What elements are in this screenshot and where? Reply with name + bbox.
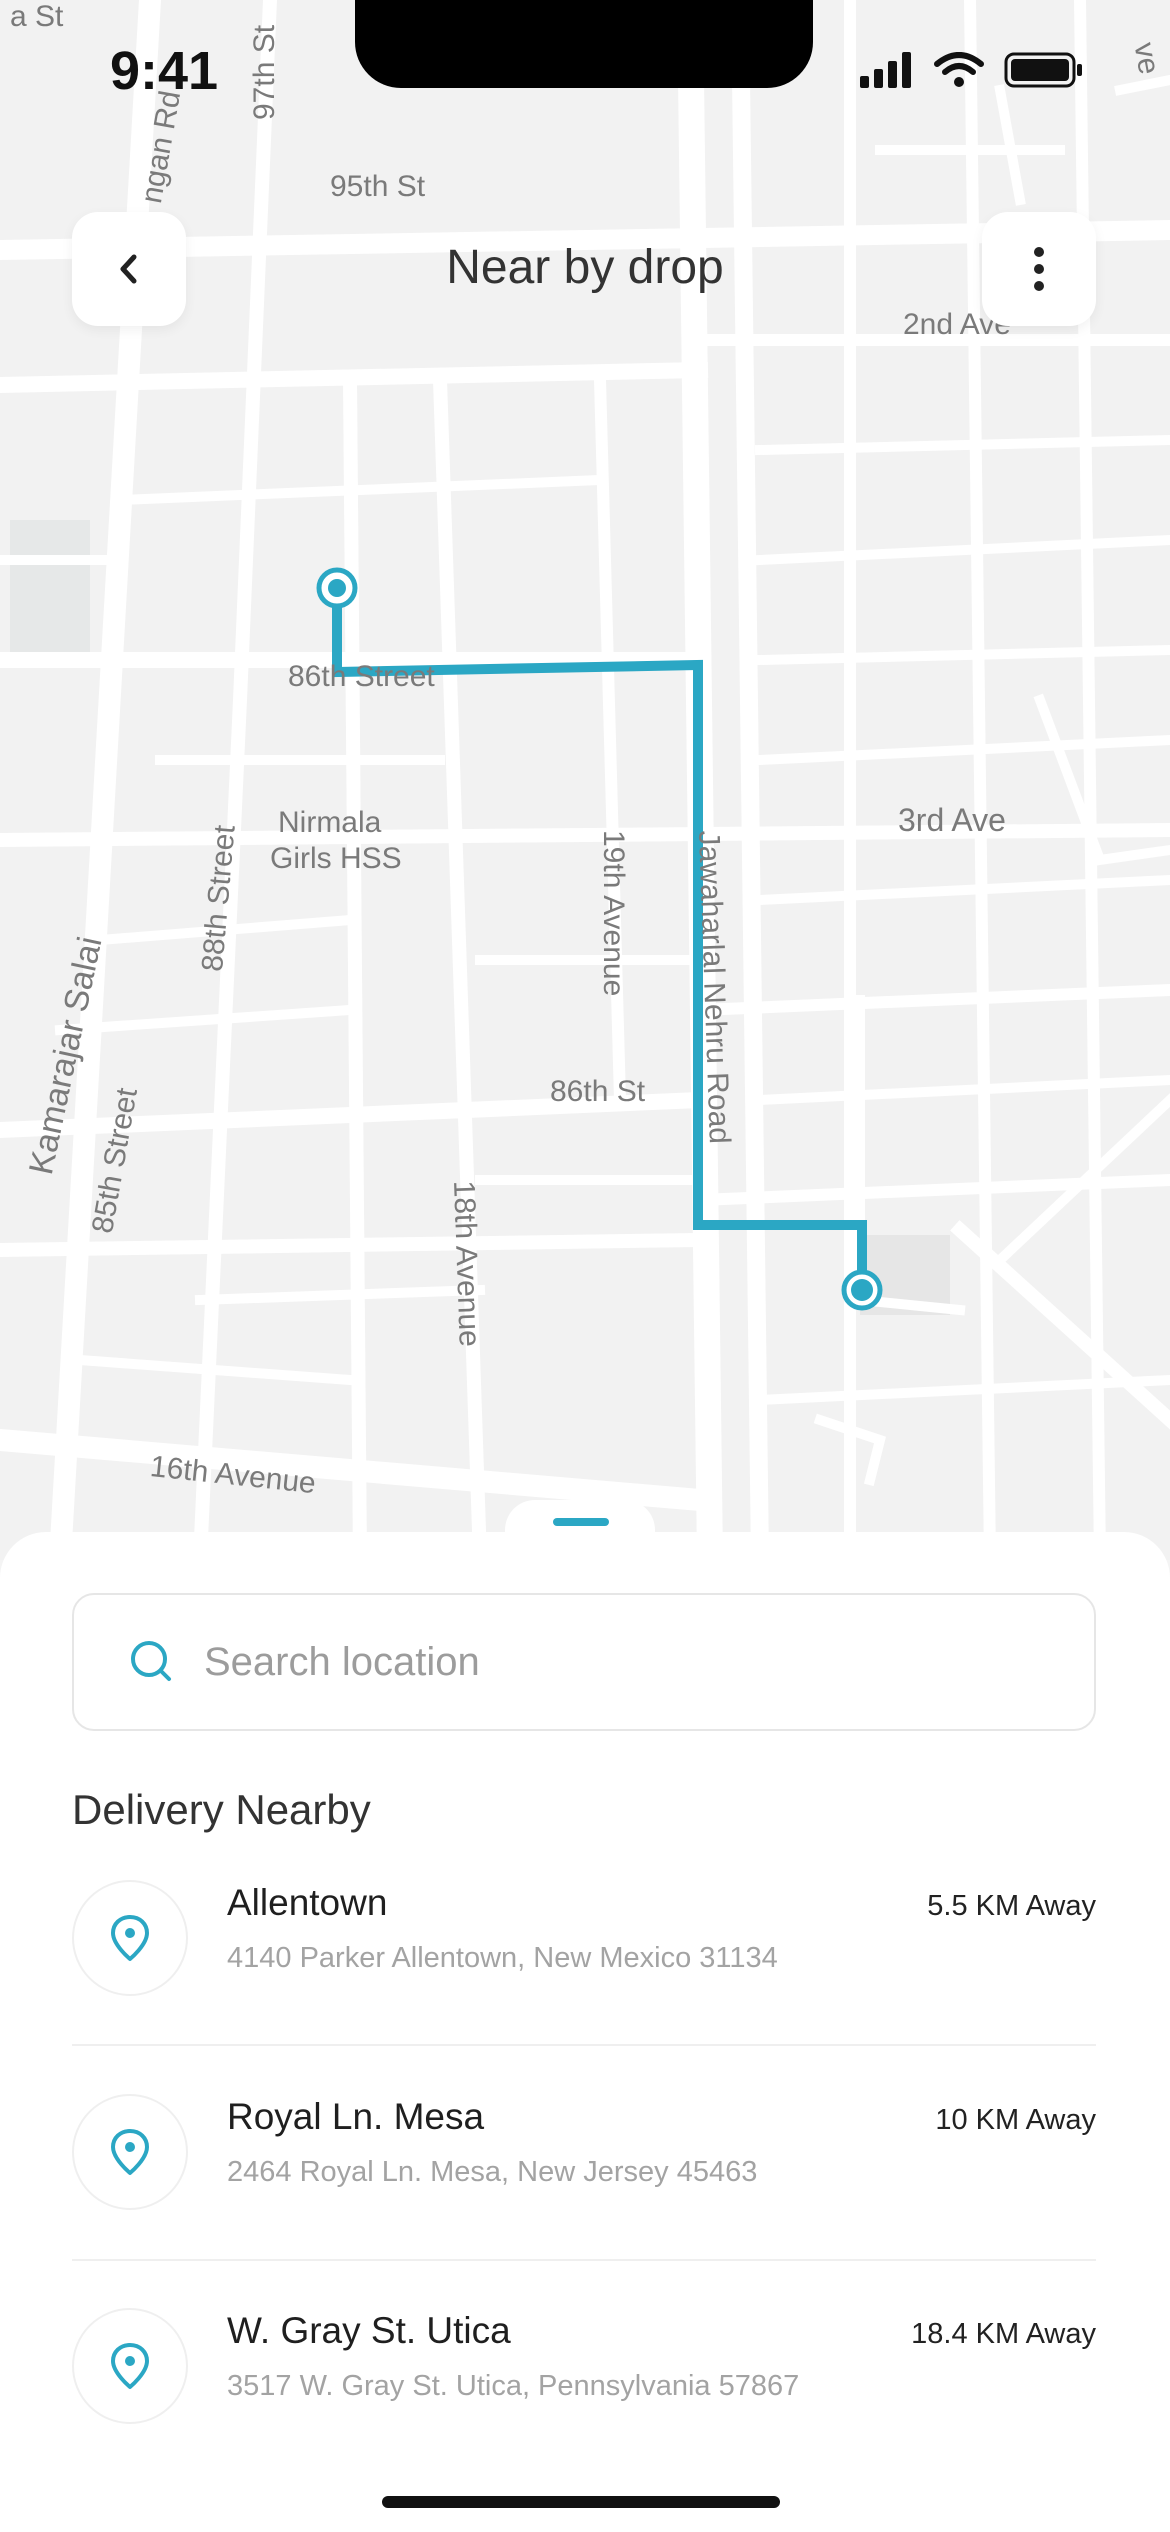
delivery-name: Allentown [227,1882,388,1923]
place-label: Nirmala [278,806,382,839]
location-pin-icon [72,1880,188,1996]
delivery-distance: 5.5 KM Away [927,1890,1096,1922]
delivery-address: 4140 Parker Allentown, New Mexico 31134 [227,1942,778,1974]
status-icons [860,52,1084,88]
home-indicator [382,2496,780,2508]
location-pin-icon [72,2308,188,2424]
vertical-dots-icon [1034,247,1044,291]
street-label: 95th St [330,170,426,203]
battery-icon [1004,52,1082,88]
street-label: 18th Avenue [447,1180,486,1348]
device-notch [355,0,813,88]
search-placeholder: Search location [204,1639,480,1684]
start-marker[interactable] [316,567,358,609]
divider [72,2044,1096,2046]
delivery-distance: 10 KM Away [935,2104,1096,2136]
cellular-signal-icon [860,52,911,88]
divider [72,2259,1096,2261]
place-label: Girls HSS [270,842,402,875]
destination-marker[interactable] [841,1269,883,1311]
street-label: 86th Street [288,660,435,693]
search-location-input[interactable]: Search location [72,1593,1096,1731]
street-label: 86th St [550,1075,646,1108]
delivery-address: 2464 Royal Ln. Mesa, New Jersey 45463 [227,2156,758,2188]
wifi-icon [934,52,984,87]
delivery-name: W. Gray St. Utica [227,2310,511,2351]
more-options-button[interactable] [982,212,1096,326]
delivery-item-royal-ln-mesa[interactable]: Royal Ln. Mesa 2464 Royal Ln. Mesa, New … [72,2068,1096,2258]
street-label: 3rd Ave [898,802,1006,838]
street-label: a St [10,0,64,33]
street-label: 19th Avenue [597,830,630,997]
delivery-item-w-gray-st-utica[interactable]: W. Gray St. Utica 3517 W. Gray St. Utica… [72,2282,1096,2472]
street-label: 97th St [248,24,281,120]
delivery-name: Royal Ln. Mesa [227,2096,485,2137]
delivery-address: 3517 W. Gray St. Utica, Pennsylvania 578… [227,2370,800,2402]
location-pin-icon [72,2094,188,2210]
sheet-drag-handle[interactable] [553,1518,609,1526]
delivery-item-allentown[interactable]: Allentown 4140 Parker Allentown, New Mex… [72,1854,1096,2044]
section-title: Delivery Nearby [72,1786,371,1833]
delivery-distance: 18.4 KM Away [911,2318,1096,2350]
search-icon [122,1632,182,1692]
street-label: ve [1127,40,1166,77]
status-time: 9:41 [110,41,219,101]
